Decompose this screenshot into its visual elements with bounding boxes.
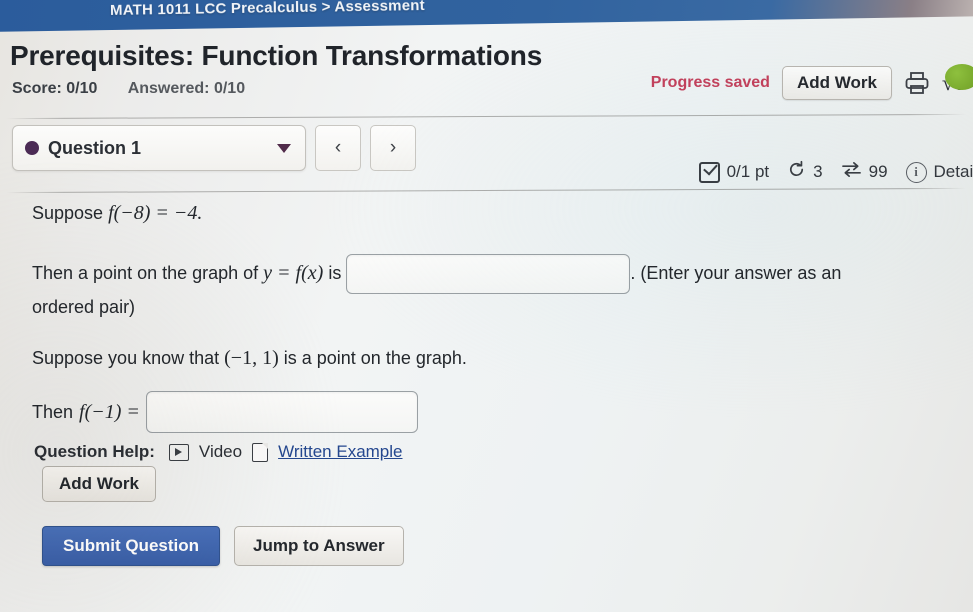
question-statement-4: Then f(−1) =: [32, 391, 952, 433]
prev-question-button[interactable]: ‹: [315, 125, 361, 171]
help-written-example-link[interactable]: Written Example: [278, 442, 402, 462]
chevron-down-icon: [277, 143, 291, 153]
retry-icon: [787, 160, 806, 184]
statement-2-mid: is: [323, 262, 342, 283]
question-select-label: Question 1: [48, 137, 142, 158]
submit-row: Submit Question Jump to Answer: [42, 526, 404, 566]
question-select[interactable]: Question 1: [12, 125, 306, 171]
versions-count: 99: [868, 162, 888, 181]
checkbox-icon: [698, 161, 720, 183]
statement-2-prefix: Then a point on the graph of: [32, 262, 264, 283]
question-status-dot: [25, 141, 39, 155]
question-nav: Question 1 ‹ ›: [12, 125, 416, 171]
top-nav-bar: MATH 1011 LCC Precalculus > Assessment: [0, 0, 973, 32]
statement-1-prefix: Suppose: [32, 203, 109, 223]
statement-2-suffix: . (Enter your answer as an: [630, 262, 842, 283]
printer-icon[interactable]: [904, 71, 930, 95]
next-question-button[interactable]: ›: [370, 125, 416, 171]
statement-2-math: y = f(x): [263, 261, 324, 284]
question-statement-2-cont: ordered pair): [32, 297, 136, 317]
attempts-count: 3: [813, 162, 823, 181]
add-work-button[interactable]: Add Work: [42, 466, 156, 502]
shuffle-icon: [841, 160, 862, 184]
statement-4-math: f(−1) =: [79, 401, 140, 423]
progress-saved-status: Progress saved: [650, 74, 770, 91]
answer-input-f-of-neg1[interactable]: [145, 391, 418, 433]
jump-to-answer-button[interactable]: Jump to Answer: [234, 526, 404, 566]
document-icon[interactable]: [252, 442, 269, 462]
question-statement-2: Then a point on the graph of y = f(x) is…: [32, 254, 952, 294]
question-statement-3: Suppose you know that (−1, 1) is a point…: [32, 343, 952, 373]
video-play-icon[interactable]: [168, 443, 189, 461]
page-title: Prerequisites: Function Transformations: [10, 40, 543, 71]
statement-3-suffix: is a point on the graph.: [278, 348, 467, 368]
info-icon[interactable]: i: [905, 161, 927, 183]
score-label: Score: 0/10: [12, 80, 98, 97]
statement-3-prefix: Suppose you know that: [32, 348, 225, 368]
question-help: Question Help: Video Written Example: [34, 442, 403, 462]
details-label[interactable]: Detail: [934, 162, 973, 182]
question-body: Suppose f(−8) = −4. Then a point on the …: [32, 198, 952, 447]
status-badge: [945, 64, 973, 90]
header-add-work-button[interactable]: Add Work: [781, 66, 892, 100]
points-label: 0/1 pt: [726, 162, 770, 181]
question-statement-1: Suppose f(−8) = −4.: [32, 198, 952, 228]
submit-question-button[interactable]: Submit Question: [42, 526, 220, 566]
divider-question: [6, 187, 966, 194]
header-actions: Progress saved Add Work √0: [651, 66, 965, 100]
assignment-header: Prerequisites: Function Transformations …: [10, 40, 973, 100]
divider-top: [6, 113, 966, 120]
statement-1-math: f(−8) = −4.: [108, 202, 203, 224]
answer-input-ordered-pair[interactable]: [346, 254, 631, 294]
score-summary: Score: 0/10 Answered: 0/10: [12, 80, 245, 98]
statement-3-math: (−1, 1): [224, 347, 279, 369]
question-status-bar: 0/1 pt 3 99 i Detail: [698, 160, 973, 184]
assessment-page: MATH 1011 LCC Precalculus > Assessment P…: [0, 0, 973, 612]
answered-label: Answered: 0/10: [127, 80, 246, 97]
question-help-label: Question Help:: [34, 442, 155, 461]
breadcrumb[interactable]: MATH 1011 LCC Precalculus > Assessment: [110, 0, 425, 19]
statement-4-prefix: Then: [32, 401, 74, 422]
help-video-link[interactable]: Video: [199, 442, 242, 462]
